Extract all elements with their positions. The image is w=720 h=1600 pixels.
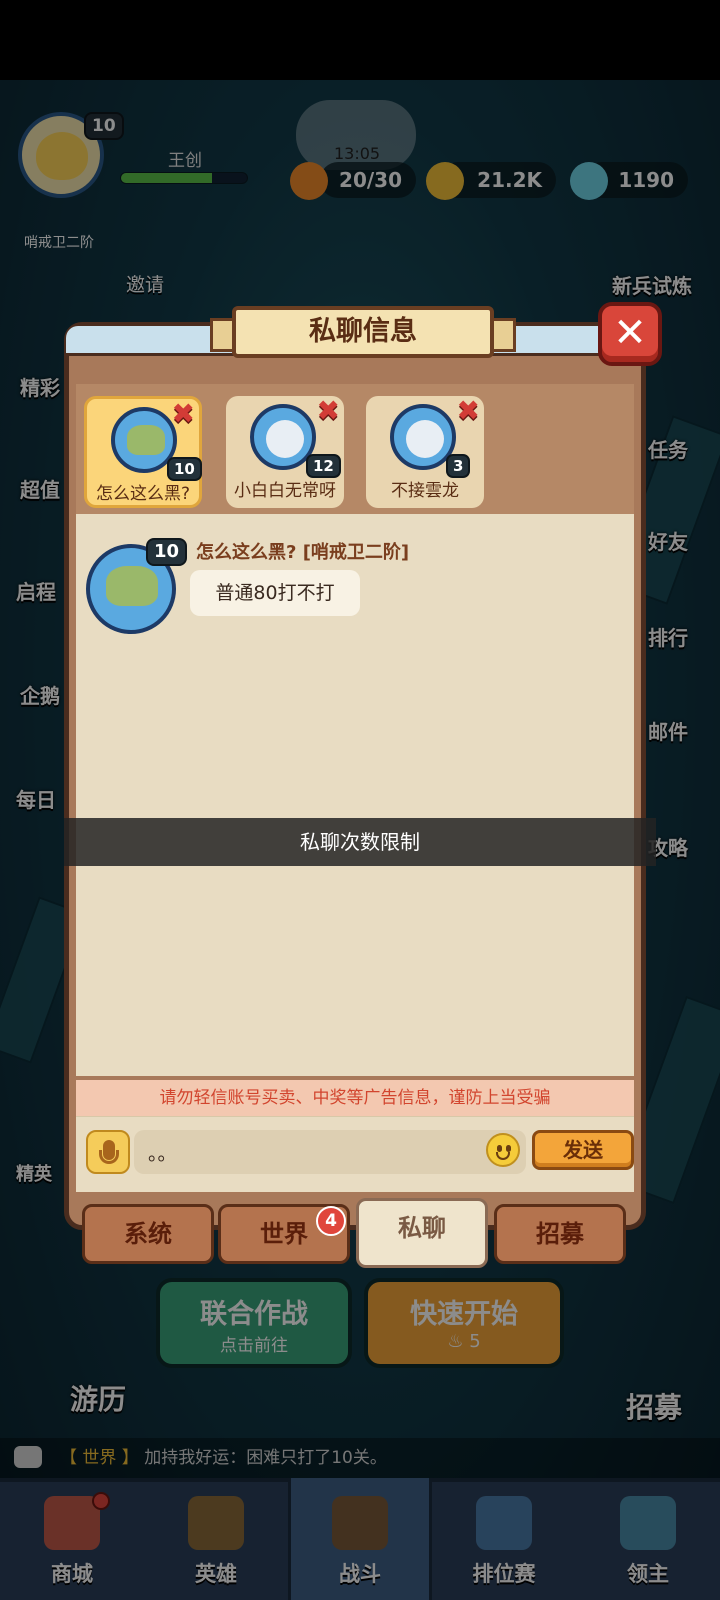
world-tab-badge: 4 (316, 1206, 346, 1236)
microphone-button[interactable] (86, 1130, 130, 1174)
close-button[interactable]: ✕ (598, 302, 662, 366)
contact-level-badge: 3 (446, 454, 471, 478)
message-sender-name: 怎么这么黑? [哨戒卫二阶] (196, 542, 410, 563)
contact-name: 怎么这么黑? (95, 484, 191, 504)
ghost-face-icon (266, 420, 304, 458)
emoji-mouth (496, 1152, 510, 1160)
microphone-stand (99, 1150, 119, 1164)
message-bubble: 普通80打不打 (190, 570, 360, 616)
message-input[interactable] (134, 1130, 526, 1174)
limit-toast: 私聊次数限制 (64, 818, 656, 866)
contact-item-1[interactable]: 10 ✖ 怎么这么黑? (84, 396, 202, 508)
ghost-face-icon (406, 420, 444, 458)
remove-contact-icon[interactable]: ✖ (317, 394, 340, 427)
emoji-icon[interactable] (486, 1133, 520, 1167)
contact-item-2[interactable]: 12 ✖ 小白白无常呀 (226, 394, 344, 508)
message-sender-level: 10 (146, 538, 188, 566)
contact-name: 不接雲龙 (391, 481, 459, 501)
tab-recruit[interactable]: 招募 (494, 1204, 626, 1264)
lizard-face-icon (106, 566, 158, 606)
tab-private[interactable]: 私聊 (356, 1198, 488, 1268)
fraud-warning: 请勿轻信账号买卖、中奖等广告信息，谨防上当受骗 (76, 1080, 634, 1116)
contact-item-3[interactable]: 3 ✖ 不接雲龙 (366, 394, 484, 508)
lizard-face-icon (127, 425, 165, 455)
send-button[interactable]: 发送 (532, 1130, 634, 1170)
contact-level-badge: 12 (306, 454, 341, 478)
close-icon: ✕ (613, 310, 647, 356)
emoji-eye (497, 1145, 502, 1152)
contact-name: 小白白无常呀 (234, 481, 336, 501)
dialog-title: 私聊信息 (232, 306, 494, 358)
remove-contact-icon[interactable]: ✖ (457, 394, 480, 427)
device-status-bar (0, 0, 720, 80)
tab-system[interactable]: 系统 (82, 1204, 214, 1264)
emoji-eye (506, 1145, 511, 1152)
remove-contact-icon[interactable]: ✖ (172, 397, 195, 430)
contact-level-badge: 10 (167, 457, 202, 481)
